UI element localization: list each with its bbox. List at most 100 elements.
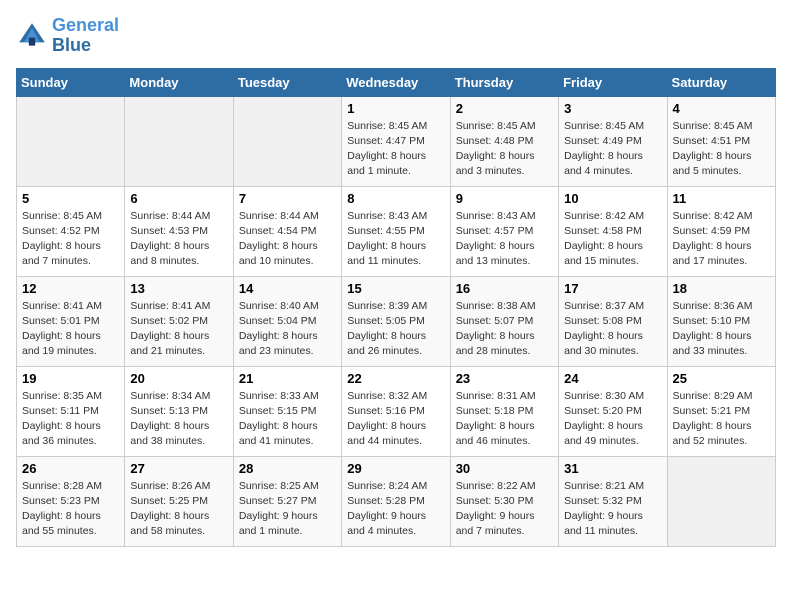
day-number: 25 (673, 371, 770, 386)
calendar-cell (667, 456, 775, 546)
day-detail: Sunrise: 8:26 AM Sunset: 5:25 PM Dayligh… (130, 479, 227, 540)
calendar-cell (125, 96, 233, 186)
calendar-cell: 8 Sunrise: 8:43 AM Sunset: 4:55 PM Daylig… (342, 186, 450, 276)
calendar-cell: 25 Sunrise: 8:29 AM Sunset: 5:21 PM Dayli… (667, 366, 775, 456)
calendar-cell: 12 Sunrise: 8:41 AM Sunset: 5:01 PM Dayli… (17, 276, 125, 366)
calendar-cell: 13Sunrise: 8:41 AM Sunset: 5:02 PM Dayli… (125, 276, 233, 366)
day-detail: Sunrise: 8:45 AM Sunset: 4:52 PM Dayligh… (22, 209, 119, 270)
weekday-header-thursday: Thursday (450, 68, 558, 96)
day-number: 26 (22, 461, 119, 476)
calendar-cell: 10 Sunrise: 8:42 AM Sunset: 4:58 PM Dayli… (559, 186, 667, 276)
calendar-cell: 14Sunrise: 8:40 AM Sunset: 5:04 PM Dayli… (233, 276, 341, 366)
calendar-cell: 18Sunrise: 8:36 AM Sunset: 5:10 PM Dayli… (667, 276, 775, 366)
day-detail: Sunrise: 8:44 AM Sunset: 4:54 PM Dayligh… (239, 209, 336, 270)
day-number: 7 (239, 191, 336, 206)
day-detail: Sunrise: 8:38 AM Sunset: 5:07 PM Dayligh… (456, 299, 553, 360)
calendar-cell: 5 Sunrise: 8:45 AM Sunset: 4:52 PM Daylig… (17, 186, 125, 276)
day-detail: Sunrise: 8:40 AM Sunset: 5:04 PM Dayligh… (239, 299, 336, 360)
day-number: 2 (456, 101, 553, 116)
weekday-header-sunday: Sunday (17, 68, 125, 96)
calendar-cell: 28 Sunrise: 8:25 AM Sunset: 5:27 PM Dayli… (233, 456, 341, 546)
calendar-week-row: 12 Sunrise: 8:41 AM Sunset: 5:01 PM Dayli… (17, 276, 776, 366)
calendar-cell: 7 Sunrise: 8:44 AM Sunset: 4:54 PM Daylig… (233, 186, 341, 276)
day-number: 3 (564, 101, 661, 116)
day-detail: Sunrise: 8:41 AM Sunset: 5:02 PM Dayligh… (130, 299, 227, 360)
day-detail: Sunrise: 8:33 AM Sunset: 5:15 PM Dayligh… (239, 389, 336, 450)
day-detail: Sunrise: 8:25 AM Sunset: 5:27 PM Dayligh… (239, 479, 336, 540)
day-detail: Sunrise: 8:35 AM Sunset: 5:11 PM Dayligh… (22, 389, 119, 450)
calendar-cell: 20Sunrise: 8:34 AM Sunset: 5:13 PM Dayli… (125, 366, 233, 456)
day-detail: Sunrise: 8:45 AM Sunset: 4:47 PM Dayligh… (347, 119, 444, 180)
calendar-cell: 16 Sunrise: 8:38 AM Sunset: 5:07 PM Dayli… (450, 276, 558, 366)
day-detail: Sunrise: 8:39 AM Sunset: 5:05 PM Dayligh… (347, 299, 444, 360)
day-number: 10 (564, 191, 661, 206)
day-detail: Sunrise: 8:42 AM Sunset: 4:58 PM Dayligh… (564, 209, 661, 270)
calendar-cell: 31 Sunrise: 8:21 AM Sunset: 5:32 PM Dayli… (559, 456, 667, 546)
weekday-header-saturday: Saturday (667, 68, 775, 96)
day-number: 4 (673, 101, 770, 116)
day-number: 31 (564, 461, 661, 476)
day-detail: Sunrise: 8:41 AM Sunset: 5:01 PM Dayligh… (22, 299, 119, 360)
calendar-cell: 17Sunrise: 8:37 AM Sunset: 5:08 PM Dayli… (559, 276, 667, 366)
calendar-cell: 9Sunrise: 8:43 AM Sunset: 4:57 PM Daylig… (450, 186, 558, 276)
day-number: 5 (22, 191, 119, 206)
day-number: 23 (456, 371, 553, 386)
day-number: 15 (347, 281, 444, 296)
calendar-cell: 2 Sunrise: 8:45 AM Sunset: 4:48 PM Daylig… (450, 96, 558, 186)
calendar-cell: 3 Sunrise: 8:45 AM Sunset: 4:49 PM Daylig… (559, 96, 667, 186)
calendar-cell: 22 Sunrise: 8:32 AM Sunset: 5:16 PM Dayli… (342, 366, 450, 456)
calendar-week-row: 19Sunrise: 8:35 AM Sunset: 5:11 PM Dayli… (17, 366, 776, 456)
page-header: General Blue (16, 16, 776, 56)
calendar-table: SundayMondayTuesdayWednesdayThursdayFrid… (16, 68, 776, 547)
calendar-cell: 21 Sunrise: 8:33 AM Sunset: 5:15 PM Dayli… (233, 366, 341, 456)
calendar-cell: 15 Sunrise: 8:39 AM Sunset: 5:05 PM Dayli… (342, 276, 450, 366)
day-number: 29 (347, 461, 444, 476)
calendar-cell: 26Sunrise: 8:28 AM Sunset: 5:23 PM Dayli… (17, 456, 125, 546)
day-detail: Sunrise: 8:37 AM Sunset: 5:08 PM Dayligh… (564, 299, 661, 360)
day-number: 22 (347, 371, 444, 386)
day-number: 16 (456, 281, 553, 296)
calendar-cell: 6 Sunrise: 8:44 AM Sunset: 4:53 PM Daylig… (125, 186, 233, 276)
calendar-cell: 29 Sunrise: 8:24 AM Sunset: 5:28 PM Dayli… (342, 456, 450, 546)
day-number: 11 (673, 191, 770, 206)
day-detail: Sunrise: 8:31 AM Sunset: 5:18 PM Dayligh… (456, 389, 553, 450)
calendar-week-row: 5 Sunrise: 8:45 AM Sunset: 4:52 PM Daylig… (17, 186, 776, 276)
day-detail: Sunrise: 8:21 AM Sunset: 5:32 PM Dayligh… (564, 479, 661, 540)
calendar-cell: 23 Sunrise: 8:31 AM Sunset: 5:18 PM Dayli… (450, 366, 558, 456)
calendar-week-row: 26Sunrise: 8:28 AM Sunset: 5:23 PM Dayli… (17, 456, 776, 546)
day-detail: Sunrise: 8:42 AM Sunset: 4:59 PM Dayligh… (673, 209, 770, 270)
day-number: 28 (239, 461, 336, 476)
day-detail: Sunrise: 8:45 AM Sunset: 4:51 PM Dayligh… (673, 119, 770, 180)
day-number: 1 (347, 101, 444, 116)
calendar-cell: 1 Sunrise: 8:45 AM Sunset: 4:47 PM Daylig… (342, 96, 450, 186)
calendar-week-row: 1 Sunrise: 8:45 AM Sunset: 4:47 PM Daylig… (17, 96, 776, 186)
day-number: 6 (130, 191, 227, 206)
logo-text-line2: Blue (52, 36, 119, 56)
weekday-header-monday: Monday (125, 68, 233, 96)
weekday-header-tuesday: Tuesday (233, 68, 341, 96)
day-number: 12 (22, 281, 119, 296)
day-detail: Sunrise: 8:24 AM Sunset: 5:28 PM Dayligh… (347, 479, 444, 540)
calendar-cell (233, 96, 341, 186)
day-detail: Sunrise: 8:43 AM Sunset: 4:55 PM Dayligh… (347, 209, 444, 270)
day-detail: Sunrise: 8:45 AM Sunset: 4:49 PM Dayligh… (564, 119, 661, 180)
day-detail: Sunrise: 8:45 AM Sunset: 4:48 PM Dayligh… (456, 119, 553, 180)
day-number: 18 (673, 281, 770, 296)
day-detail: Sunrise: 8:32 AM Sunset: 5:16 PM Dayligh… (347, 389, 444, 450)
day-detail: Sunrise: 8:22 AM Sunset: 5:30 PM Dayligh… (456, 479, 553, 540)
day-detail: Sunrise: 8:43 AM Sunset: 4:57 PM Dayligh… (456, 209, 553, 270)
calendar-cell: 24Sunrise: 8:30 AM Sunset: 5:20 PM Dayli… (559, 366, 667, 456)
calendar-cell (17, 96, 125, 186)
calendar-cell: 11 Sunrise: 8:42 AM Sunset: 4:59 PM Dayli… (667, 186, 775, 276)
day-detail: Sunrise: 8:44 AM Sunset: 4:53 PM Dayligh… (130, 209, 227, 270)
weekday-header-friday: Friday (559, 68, 667, 96)
logo-text-line1: General (52, 16, 119, 36)
day-number: 24 (564, 371, 661, 386)
day-number: 8 (347, 191, 444, 206)
calendar-cell: 4 Sunrise: 8:45 AM Sunset: 4:51 PM Daylig… (667, 96, 775, 186)
calendar-cell: 19Sunrise: 8:35 AM Sunset: 5:11 PM Dayli… (17, 366, 125, 456)
day-number: 21 (239, 371, 336, 386)
logo: General Blue (16, 16, 119, 56)
day-detail: Sunrise: 8:29 AM Sunset: 5:21 PM Dayligh… (673, 389, 770, 450)
day-number: 27 (130, 461, 227, 476)
